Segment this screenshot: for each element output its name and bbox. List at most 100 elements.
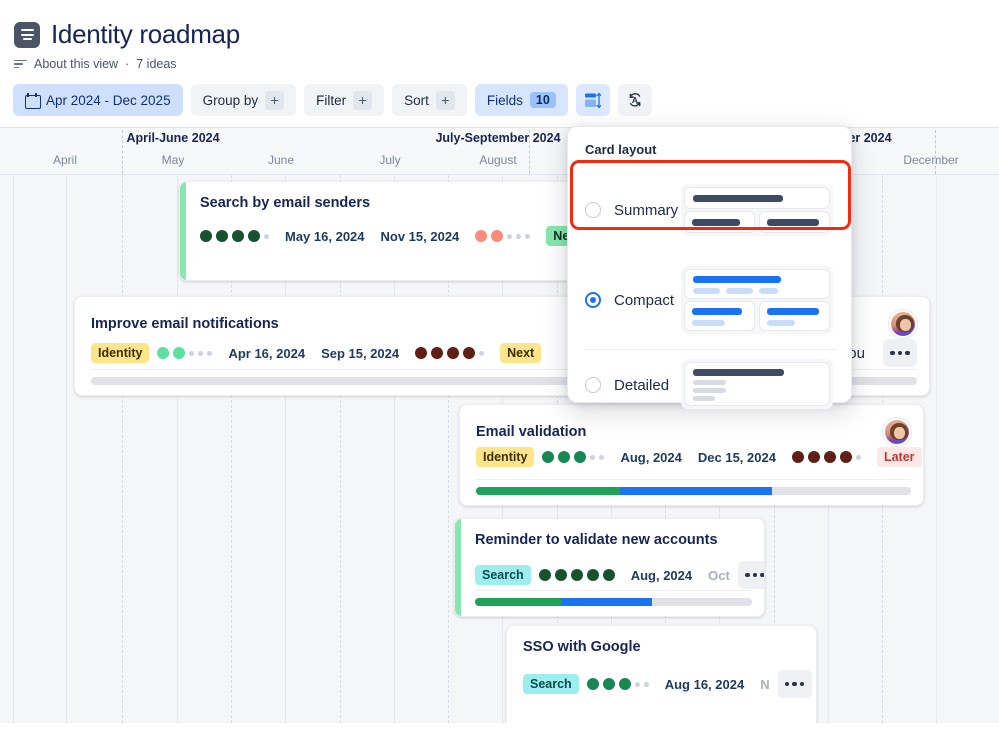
subtitle-separator: · [125, 57, 130, 71]
progress-segment [475, 598, 561, 606]
svg-text:A: A [632, 95, 638, 105]
card-end-date: N [760, 676, 770, 692]
placeholder-dot [479, 350, 485, 356]
secondary-dots [791, 451, 861, 463]
status-dot [807, 451, 820, 463]
status-dot [791, 451, 804, 463]
compact-radio[interactable] [585, 292, 601, 308]
fields-button[interactable]: Fields 10 [474, 84, 568, 116]
primary-dots [586, 678, 649, 690]
card-meta-row: May 16, 2024Nov 15, 2024Next [200, 226, 588, 246]
card-overflow-menu-button[interactable] [883, 339, 917, 367]
avatar[interactable] [883, 418, 911, 446]
timeline-card-email-validation[interactable]: Email validation Identity Aug, 2024 Dec 15,… [459, 404, 924, 506]
status-dot [586, 569, 599, 581]
status-dot [542, 451, 555, 463]
timeline-card-sso-with-google[interactable]: SSO with Google Search Aug 16, 2024 N [506, 625, 817, 723]
ideas-count: 7 ideas [136, 57, 177, 71]
card-accent-bar [180, 182, 186, 280]
card-layout-title: Card layout [585, 142, 657, 157]
card-title: Email validation [476, 424, 587, 440]
group-by-add-icon[interactable]: + [265, 90, 285, 110]
status-dot [431, 347, 444, 359]
detailed-radio[interactable] [585, 377, 601, 393]
date-range-button[interactable]: Apr 2024 - Dec 2025 [13, 84, 183, 116]
progress-segment [476, 487, 620, 495]
placeholder-dot [507, 233, 513, 239]
sort-add-icon[interactable]: + [435, 90, 455, 110]
card-status-chip[interactable]: Next [500, 343, 542, 363]
status-dot [447, 347, 460, 359]
compact-preview [681, 266, 833, 334]
card-end-date: Dec 15, 2024 [697, 449, 776, 465]
card-tag-identity[interactable]: Identity [476, 447, 535, 467]
avatar[interactable] [889, 310, 917, 338]
filter-add-icon[interactable]: + [353, 90, 373, 110]
card-tag-identity[interactable]: Identity [91, 343, 150, 363]
card-accent-bar [455, 519, 461, 616]
secondary-dots [475, 230, 531, 242]
summary-radio[interactable] [585, 202, 601, 218]
quarter-separator [529, 130, 530, 174]
card-layout-option-compact[interactable]: Compact [568, 260, 853, 340]
view-toolbar: Apr 2024 - Dec 2025 Group by + Filter + … [13, 84, 652, 116]
status-dot [570, 569, 583, 581]
month-label: April [52, 153, 77, 167]
card-tag-search[interactable]: Search [523, 674, 579, 694]
card-title-row: Reminder to validate new accounts [475, 532, 752, 548]
card-layout-option-detailed[interactable]: Detailed [568, 357, 853, 413]
timeline-card-reminder-to-validate-new-accounts[interactable]: Reminder to validate new accounts Search A… [454, 518, 765, 617]
sort-button[interactable]: Sort + [392, 84, 467, 116]
primary-dots [200, 230, 269, 242]
card-overflow-menu-button[interactable] [777, 670, 812, 698]
auto-sort-button[interactable]: A [617, 84, 652, 116]
sort-label: Sort [404, 92, 429, 108]
placeholder-dot [264, 233, 269, 239]
card-layout-dropdown: Card layout Summary Compact Detailed [567, 126, 853, 409]
gridline [66, 175, 67, 723]
status-dot [839, 451, 852, 463]
placeholder-dot [643, 681, 649, 687]
detailed-label: Detailed [614, 376, 670, 394]
group-by-button[interactable]: Group by + [190, 84, 297, 116]
card-start-date: Apr 16, 2024 [228, 345, 306, 361]
placeholder-dot [198, 350, 204, 356]
card-overflow-menu-button[interactable] [737, 561, 764, 589]
card-progress-bar [476, 487, 911, 495]
quarter-label: April-June 2024 [126, 131, 220, 145]
progress-segment [560, 598, 653, 606]
auto-sort-az-icon: A [629, 93, 641, 107]
placeholder-dot [634, 681, 640, 687]
placeholder-dot [590, 454, 596, 460]
card-status-chip[interactable]: Later [876, 447, 922, 467]
page-header: Identity roadmap About this view · 7 ide… [0, 0, 999, 127]
status-dot [200, 230, 212, 242]
filter-button[interactable]: Filter + [304, 84, 385, 116]
status-dot [558, 451, 571, 463]
card-title: Search by email senders [200, 195, 371, 211]
status-dot [602, 569, 615, 581]
roadmap-document-icon [14, 21, 40, 48]
card-meta-row: Search Aug 16, 2024 N [523, 670, 812, 698]
card-tag-search[interactable]: Search [475, 565, 531, 585]
status-dot [618, 678, 631, 690]
status-dot [216, 230, 228, 242]
card-divider [475, 590, 752, 591]
status-dot [232, 230, 244, 242]
primary-dots [538, 569, 615, 581]
timeline-card-search-by-email-senders[interactable]: Search by email senders May 16, 2024 Nov 1… [179, 181, 592, 281]
card-layout-button[interactable] [575, 84, 610, 116]
card-progress-bar [475, 598, 752, 606]
card-title: Reminder to validate new accounts [475, 532, 718, 548]
status-dot [248, 230, 260, 242]
title-row: Identity roadmap [14, 19, 240, 50]
about-this-view-link[interactable]: About this view [34, 57, 118, 71]
fields-count-badge: 10 [529, 92, 556, 108]
status-dot [823, 451, 836, 463]
card-title: Improve email notifications [91, 316, 279, 332]
card-start-date: Aug, 2024 [620, 449, 682, 465]
calendar-icon [25, 93, 41, 109]
card-layout-option-summary[interactable]: Summary [568, 175, 853, 245]
primary-dots [542, 451, 605, 463]
month-label: May [161, 153, 185, 167]
